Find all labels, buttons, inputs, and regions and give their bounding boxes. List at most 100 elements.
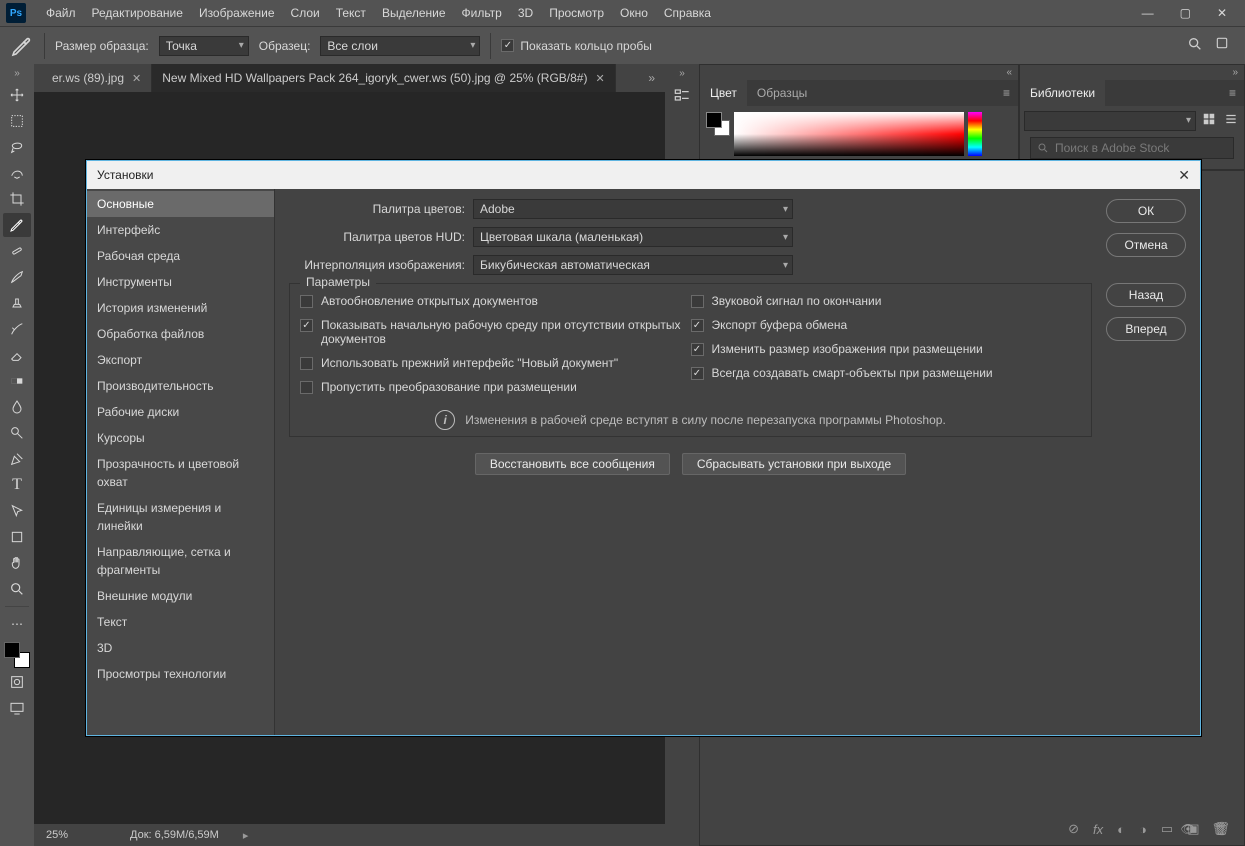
zoom-level[interactable]: 25%: [46, 829, 106, 841]
edit-toolbar-icon[interactable]: ⋯: [3, 612, 31, 636]
window-minimize-icon[interactable]: —: [1142, 6, 1154, 20]
prev-button[interactable]: Назад: [1106, 283, 1186, 307]
ok-button[interactable]: ОК: [1106, 199, 1186, 223]
stock-search-input[interactable]: Поиск в Adobe Stock: [1030, 137, 1234, 159]
sidebar-item-tech-previews[interactable]: Просмотры технологии: [87, 661, 274, 687]
beep-checkbox[interactable]: [691, 295, 704, 308]
zoom-tool[interactable]: [3, 577, 31, 601]
menu-text[interactable]: Текст: [328, 6, 374, 20]
sidebar-item-general[interactable]: Основные: [87, 191, 274, 217]
color-tab[interactable]: Цвет: [700, 80, 747, 106]
history-brush-tool[interactable]: [3, 317, 31, 341]
reset-on-quit-button[interactable]: Сбрасывать установки при выходе: [682, 453, 906, 475]
cancel-button[interactable]: Отмена: [1106, 233, 1186, 257]
foreground-background-swatch[interactable]: [4, 642, 30, 668]
menu-layers[interactable]: Слои: [283, 6, 328, 20]
close-icon[interactable]: ✕: [1178, 167, 1190, 184]
search-icon[interactable]: [1187, 36, 1203, 55]
eraser-tool[interactable]: [3, 343, 31, 367]
sidebar-item-3d[interactable]: 3D: [87, 635, 274, 661]
window-close-icon[interactable]: ✕: [1217, 6, 1227, 20]
sidebar-item-transparency[interactable]: Прозрачность и цветовой охват: [87, 451, 274, 495]
menu-view[interactable]: Просмотр: [541, 6, 612, 20]
clone-stamp-tool[interactable]: [3, 291, 31, 315]
resize-on-place-checkbox[interactable]: [691, 343, 704, 356]
gradient-tool[interactable]: [3, 369, 31, 393]
list-view-icon[interactable]: [1222, 110, 1240, 131]
move-tool[interactable]: [3, 83, 31, 107]
toolbox-collapse-icon[interactable]: »: [14, 68, 20, 79]
color-panel-icon[interactable]: [672, 85, 692, 108]
panel-menu-icon[interactable]: ≡: [1221, 80, 1244, 106]
menu-file[interactable]: Файл: [38, 6, 84, 20]
dodge-tool[interactable]: [3, 421, 31, 445]
color-picker-select[interactable]: Adobe: [473, 199, 793, 219]
menu-window[interactable]: Окно: [612, 6, 656, 20]
shape-tool[interactable]: [3, 525, 31, 549]
sample-size-select[interactable]: Точка: [159, 36, 249, 56]
grid-view-icon[interactable]: [1200, 110, 1218, 131]
trash-icon[interactable]: 🗑: [1212, 822, 1227, 836]
tab-overflow-icon[interactable]: »: [638, 64, 665, 92]
sidebar-item-cursors[interactable]: Курсоры: [87, 425, 274, 451]
hand-tool[interactable]: [3, 551, 31, 575]
swatches-tab[interactable]: Образцы: [747, 80, 817, 106]
quick-select-tool[interactable]: [3, 161, 31, 185]
sidebar-item-units[interactable]: Единицы измерения и линейки: [87, 495, 274, 539]
color-spectrum[interactable]: [734, 112, 964, 156]
show-sampling-ring-checkbox[interactable]: [501, 39, 514, 52]
link-layers-icon[interactable]: ⊘: [1068, 821, 1079, 837]
pen-tool[interactable]: [3, 447, 31, 471]
share-icon[interactable]: [1215, 36, 1229, 55]
fx-icon[interactable]: fx: [1093, 822, 1103, 837]
menu-help[interactable]: Справка: [656, 6, 719, 20]
marquee-tool[interactable]: [3, 109, 31, 133]
sidebar-item-interface[interactable]: Интерфейс: [87, 217, 274, 243]
interpolation-select[interactable]: Бикубическая автоматическая: [473, 255, 793, 275]
library-select[interactable]: [1024, 111, 1196, 131]
type-tool[interactable]: T: [3, 473, 31, 497]
window-maximize-icon[interactable]: ▢: [1180, 6, 1191, 20]
menu-edit[interactable]: Редактирование: [84, 6, 191, 20]
export-clipboard-checkbox[interactable]: [691, 319, 704, 332]
sidebar-item-performance[interactable]: Производительность: [87, 373, 274, 399]
menu-3d[interactable]: 3D: [510, 6, 541, 20]
sidebar-item-export[interactable]: Экспорт: [87, 347, 274, 373]
brush-tool[interactable]: [3, 265, 31, 289]
screen-mode-icon[interactable]: [3, 696, 31, 720]
show-start-workspace-checkbox[interactable]: [300, 319, 313, 332]
sidebar-item-history[interactable]: История изменений: [87, 295, 274, 321]
healing-brush-tool[interactable]: [3, 239, 31, 263]
smart-objects-checkbox[interactable]: [691, 367, 704, 380]
sidebar-item-type[interactable]: Текст: [87, 609, 274, 635]
eyedropper-tool[interactable]: [3, 213, 31, 237]
eyedropper-current-tool-icon[interactable]: [10, 34, 34, 58]
view-icon[interactable]: 👁: [1181, 822, 1196, 836]
close-icon[interactable]: ✕: [595, 72, 604, 85]
sidebar-item-workspace[interactable]: Рабочая среда: [87, 243, 274, 269]
sample-select[interactable]: Все слои: [320, 36, 480, 56]
document-tab[interactable]: New Mixed HD Wallpapers Pack 264_igoryk_…: [152, 64, 615, 92]
legacy-new-doc-checkbox[interactable]: [300, 357, 313, 370]
quick-mask-icon[interactable]: [3, 670, 31, 694]
path-select-tool[interactable]: [3, 499, 31, 523]
sidebar-item-scratch-disks[interactable]: Рабочие диски: [87, 399, 274, 425]
group-icon[interactable]: ▭: [1161, 821, 1173, 837]
document-tab[interactable]: er.ws (89).jpg ✕: [42, 64, 152, 92]
blur-tool[interactable]: [3, 395, 31, 419]
hue-slider[interactable]: [968, 112, 982, 156]
next-button[interactable]: Вперед: [1106, 317, 1186, 341]
adjustment-layer-icon[interactable]: ◑: [1139, 822, 1147, 837]
sidebar-item-file-handling[interactable]: Обработка файлов: [87, 321, 274, 347]
panel-collapse-icon[interactable]: «: [700, 65, 1018, 80]
panel-collapse-icon[interactable]: »: [1020, 65, 1244, 80]
sidebar-item-guides[interactable]: Направляющие, сетка и фрагменты: [87, 539, 274, 583]
reset-warnings-button[interactable]: Восстановить все сообщения: [475, 453, 670, 475]
skip-transform-checkbox[interactable]: [300, 381, 313, 394]
status-menu-icon[interactable]: ▸: [243, 829, 249, 842]
sidebar-item-tools[interactable]: Инструменты: [87, 269, 274, 295]
crop-tool[interactable]: [3, 187, 31, 211]
menu-filter[interactable]: Фильтр: [454, 6, 510, 20]
panel-menu-icon[interactable]: ≡: [995, 80, 1018, 106]
panel-collapse-icon[interactable]: »: [679, 68, 685, 79]
